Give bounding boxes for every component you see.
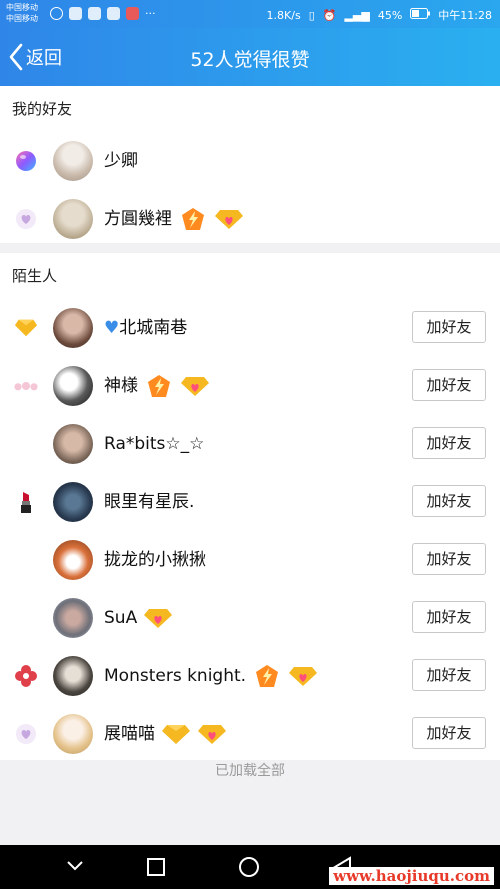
recent-apps-icon[interactable] bbox=[146, 857, 166, 877]
status-notification-icons: ··· bbox=[50, 7, 156, 20]
signal-icon: ▂▄▆ bbox=[344, 8, 370, 22]
clock: 中午11:28 bbox=[438, 9, 492, 22]
strangers-section: 陌生人 ♥ 北城南巷 加好友 神様 加好友 Ra*bits☆_☆ 加好友 眼里有… bbox=[0, 253, 500, 760]
strangers-header: 陌生人 bbox=[12, 267, 58, 285]
alarm-icon: ⏰ bbox=[322, 8, 337, 22]
diamond-badge-icon bbox=[14, 319, 38, 337]
avatar[interactable] bbox=[53, 656, 93, 696]
avatar[interactable] bbox=[53, 424, 93, 464]
gradient-orb-icon bbox=[16, 151, 36, 171]
stranger-row[interactable]: 眼里有星辰. 加好友 bbox=[0, 473, 500, 531]
avatar[interactable] bbox=[53, 598, 93, 638]
avatar[interactable] bbox=[53, 308, 93, 348]
k-icon bbox=[50, 7, 63, 20]
network-speed: 1.8K/s bbox=[266, 8, 301, 22]
carrier-labels: 中国移动 中国移动 bbox=[6, 2, 38, 24]
gallery-icon bbox=[69, 7, 82, 20]
diamond-icon bbox=[215, 210, 243, 229]
lipstick-icon bbox=[21, 492, 31, 513]
diamond-icon bbox=[181, 377, 209, 396]
add-friend-button[interactable]: 加好友 bbox=[412, 659, 486, 691]
battery-icon bbox=[410, 8, 431, 22]
stranger-row[interactable]: Ra*bits☆_☆ 加好友 bbox=[0, 415, 500, 473]
heart-badge-icon bbox=[16, 724, 36, 744]
stranger-row[interactable]: 拢龙的小揪揪 加好友 bbox=[0, 531, 500, 589]
nav-bar: 返回 52人觉得很赞 bbox=[0, 28, 500, 86]
avatar[interactable] bbox=[53, 540, 93, 580]
add-friend-button[interactable]: 加好友 bbox=[412, 601, 486, 633]
add-friend-button[interactable]: 加好友 bbox=[412, 485, 486, 517]
friend-row[interactable]: 少卿 bbox=[0, 132, 500, 190]
diamond-icon bbox=[289, 667, 318, 686]
more-dots-icon: ··· bbox=[145, 7, 156, 20]
avatar[interactable] bbox=[53, 366, 93, 406]
stranger-row[interactable]: SuA 加好友 bbox=[0, 589, 500, 647]
avatar[interactable] bbox=[53, 199, 93, 239]
diamond-vip-icon bbox=[162, 725, 190, 744]
stranger-name: Ra*bits☆_☆ bbox=[104, 434, 205, 454]
lightning-vip-icon bbox=[256, 665, 279, 687]
carrier-bottom: 中国移动 bbox=[6, 14, 38, 23]
home-icon[interactable] bbox=[238, 856, 260, 878]
system-nav-bar: www.haojiuqu.com bbox=[0, 845, 500, 889]
friend-name: 少卿 bbox=[104, 151, 138, 171]
stranger-name: 北城南巷 bbox=[119, 318, 188, 338]
stranger-row[interactable]: 展喵喵 加好友 bbox=[0, 705, 500, 763]
stranger-name: 拢龙的小揪揪 bbox=[104, 550, 206, 570]
stranger-row[interactable]: 神様 加好友 bbox=[0, 357, 500, 415]
status-right: 1.8K/s ▯ ⏰ ▂▄▆ 45% 中午11:28 bbox=[267, 7, 492, 23]
pink-clouds-icon bbox=[14, 382, 38, 391]
friends-header: 我的好友 bbox=[12, 100, 73, 118]
add-friend-button[interactable]: 加好友 bbox=[412, 369, 486, 401]
avatar[interactable] bbox=[53, 141, 93, 181]
red-knot-icon bbox=[15, 665, 37, 687]
diamond-icon bbox=[144, 609, 173, 628]
lightning-vip-icon bbox=[148, 375, 170, 397]
friend-row[interactable]: 方圓幾裡 bbox=[0, 190, 500, 248]
stranger-row[interactable]: ♥ 北城南巷 加好友 bbox=[0, 299, 500, 357]
stranger-name: 神様 bbox=[104, 376, 138, 396]
status-bar: 中国移动 中国移动 ··· 1.8K/s ▯ ⏰ ▂▄▆ 45% 中午11:28 bbox=[0, 0, 500, 28]
battery-percent: 45% bbox=[377, 8, 403, 22]
clipboard-icon bbox=[107, 7, 120, 20]
add-friend-button[interactable]: 加好友 bbox=[412, 543, 486, 575]
page-title: 52人觉得很赞 bbox=[190, 49, 310, 71]
lightning-vip-icon bbox=[182, 208, 204, 230]
app-icon bbox=[126, 7, 139, 20]
tshirt-icon bbox=[88, 7, 101, 20]
stranger-name: SuA bbox=[104, 608, 138, 628]
blue-heart-icon: ♥ bbox=[104, 318, 120, 338]
add-friend-button[interactable]: 加好友 bbox=[412, 311, 486, 343]
stranger-row[interactable]: Monsters knight. 加好友 bbox=[0, 647, 500, 705]
stranger-name: 眼里有星辰. bbox=[104, 492, 195, 512]
chevron-down-icon[interactable] bbox=[66, 859, 84, 873]
carrier-top: 中国移动 bbox=[6, 3, 38, 12]
stranger-name: Monsters knight. bbox=[104, 666, 247, 686]
avatar[interactable] bbox=[53, 482, 93, 522]
avatar[interactable] bbox=[53, 714, 93, 754]
diamond-icon bbox=[198, 725, 226, 744]
add-friend-button[interactable]: 加好友 bbox=[412, 717, 486, 749]
vibrate-icon: ▯ bbox=[308, 8, 315, 22]
loaded-all-label: 已加载全部 bbox=[215, 763, 285, 779]
add-friend-button[interactable]: 加好友 bbox=[412, 427, 486, 459]
friends-section: 我的好友 少卿 方圓幾裡 bbox=[0, 86, 500, 243]
watermark: www.haojiuqu.com bbox=[329, 867, 494, 885]
stranger-name: 展喵喵 bbox=[104, 724, 155, 744]
friend-name: 方圓幾裡 bbox=[104, 209, 172, 229]
heart-badge-icon bbox=[16, 209, 36, 229]
